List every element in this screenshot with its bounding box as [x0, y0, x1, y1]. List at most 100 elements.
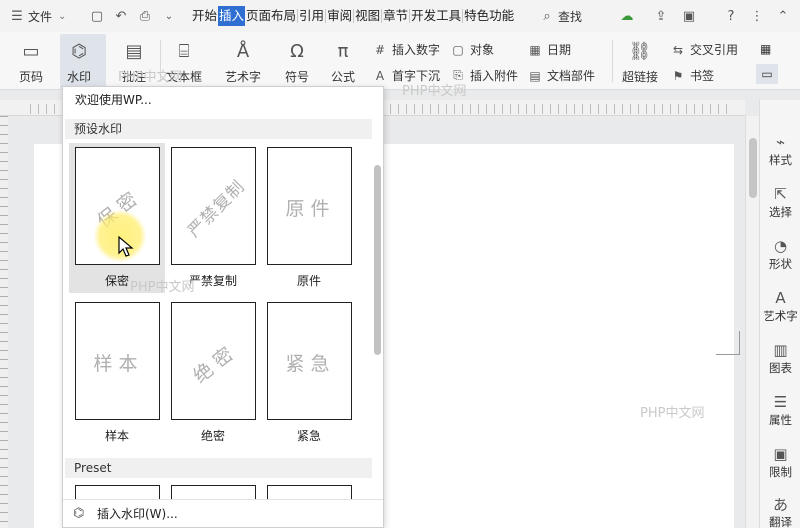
wordart-button[interactable]: Å 艺术字: [225, 38, 261, 85]
watermark-thumbnail: 紧急: [267, 302, 352, 420]
page-number-icon: ▭: [22, 40, 40, 62]
watermark-item-original[interactable]: 原件 原件: [261, 143, 357, 293]
cross-reference-button[interactable]: ⇆ 交叉引用: [670, 41, 738, 58]
translate-icon: あ: [772, 495, 788, 514]
date-button[interactable]: ▦ 日期: [527, 41, 571, 58]
symbol-button[interactable]: Ω 符号: [284, 38, 310, 85]
cloud-sync-icon[interactable]: ☁: [616, 5, 638, 27]
watermark-thumbnail: 样本: [75, 302, 160, 420]
formula-button[interactable]: π 公式: [330, 38, 356, 85]
sidebar-item-shapes[interactable]: ◔ 形状: [760, 236, 800, 272]
overlay-watermark: PHP中文网: [118, 70, 183, 85]
doc-parts-button[interactable]: ▤ 文档部件: [527, 67, 595, 84]
sidebar-item-label: 艺术字: [763, 309, 798, 323]
bookmark-label: 书签: [690, 69, 715, 83]
sidebar-item-restrict[interactable]: ▣ 限制: [760, 444, 800, 480]
overlay-watermark: PHP中文网: [402, 84, 467, 99]
vertical-scrollbar[interactable]: [745, 116, 759, 528]
watermark-icon: ⌬: [73, 506, 85, 521]
search-label: 查找: [558, 9, 583, 24]
dropdown-scrollbar-thumb[interactable]: [374, 165, 381, 355]
file-menu[interactable]: ☰ 文件 ⌄: [6, 4, 66, 28]
wordart-label: 艺术字: [225, 70, 262, 84]
undo-icon[interactable]: ↶: [110, 5, 132, 27]
save-icon[interactable]: ▢: [86, 5, 108, 27]
help-icon[interactable]: ?: [720, 5, 742, 27]
sidebar-item-label: 图表: [769, 361, 792, 375]
watermark-button[interactable]: ⌬ 水印: [66, 38, 92, 85]
watermark-thumbnail-partial[interactable]: [267, 485, 352, 499]
welcome-item[interactable]: 欢迎使用WP...: [75, 91, 152, 108]
tab-page-layout[interactable]: 页面布局: [245, 6, 297, 26]
watermark-thumbnail: 绝密: [171, 302, 256, 420]
watermark-preview-text: 绝密: [188, 339, 242, 388]
wordart-icon: A: [775, 289, 786, 307]
export-icon[interactable]: ▣: [678, 5, 700, 27]
cross-reference-label: 交叉引用: [690, 43, 739, 57]
sidebar-item-label: 选择: [769, 205, 792, 219]
shapes-icon: ◔: [773, 237, 788, 255]
preset-section-header: 预设水印: [65, 119, 372, 139]
collapse-ribbon-icon[interactable]: ⌃: [772, 5, 794, 27]
sidebar-item-translate[interactable]: あ翻译: [760, 494, 800, 528]
tab-chapter[interactable]: 章节: [382, 6, 409, 26]
more-options-icon[interactable]: ⋮: [746, 5, 768, 27]
more-icon[interactable]: ⌄: [158, 5, 180, 27]
watermark-item-no-copy[interactable]: 严禁复制 严禁复制: [165, 143, 261, 293]
grid-icon[interactable]: ▦: [760, 42, 771, 56]
share-icon[interactable]: ⇪: [650, 5, 672, 27]
watermark-thumbnail-partial[interactable]: [171, 485, 256, 499]
comment-icon: ▤: [125, 40, 143, 62]
sidebar-item-chart[interactable]: ▥ 图表: [760, 340, 800, 376]
watermark-thumbnail: 严禁复制: [171, 147, 256, 265]
tab-developer[interactable]: 开发工具: [410, 6, 462, 26]
watermark-item-label: 原件: [296, 274, 321, 288]
object-button[interactable]: ▢ 对象: [450, 41, 494, 58]
watermark-item-urgent[interactable]: 紧急 紧急: [261, 298, 357, 448]
styles-icon: ⌁: [775, 133, 786, 151]
watermark-item-label: 样本: [104, 429, 129, 443]
tab-view[interactable]: 视图: [354, 6, 381, 26]
watermark-item-sample[interactable]: 样本 样本: [69, 298, 165, 448]
sidebar-item-styles[interactable]: ⌁ 样式: [760, 132, 800, 168]
tab-review[interactable]: 审阅: [326, 6, 353, 26]
insert-number-button[interactable]: # 插入数字: [372, 41, 440, 58]
dropdown-scrollbar[interactable]: [373, 127, 383, 487]
menu-bar: ☰ 文件 ⌄ ▢ ↶ ⎙ ⌄ 开始 插入 页面布局 引用 审阅 视图 章节 开发…: [0, 0, 800, 32]
tab-special-features[interactable]: 特色功能: [463, 6, 515, 26]
watermark-item-top-secret[interactable]: 绝密 绝密: [165, 298, 261, 448]
bookmark-button[interactable]: ⚑ 书签: [670, 67, 714, 84]
layout-icon[interactable]: ▭: [756, 64, 778, 84]
scrollbar-thumb[interactable]: [749, 138, 757, 198]
print-icon[interactable]: ⎙: [134, 5, 156, 27]
watermark-thumbnail-partial[interactable]: [75, 485, 160, 499]
hyperlink-label: 超链接: [622, 70, 659, 84]
vertical-ruler: [0, 116, 8, 528]
hyperlink-button[interactable]: ⛓ 超链接: [622, 38, 658, 85]
tab-home[interactable]: 开始: [191, 6, 218, 26]
sliders-icon: ☰: [773, 393, 788, 411]
insert-watermark-button[interactable]: ⌬ 插入水印(W)...: [63, 499, 383, 527]
chevron-down-icon: ⌄: [58, 10, 67, 22]
page-number-label: 页码: [18, 70, 43, 84]
sidebar-item-properties[interactable]: ☰ 属性: [760, 392, 800, 428]
tab-references[interactable]: 引用: [298, 6, 325, 26]
tab-insert[interactable]: 插入: [218, 6, 246, 26]
sidebar-item-label: 形状: [769, 257, 792, 271]
page-number-button[interactable]: ▭ 页码: [18, 38, 44, 85]
overlay-watermark: PHP中文网: [130, 280, 195, 295]
hamburger-icon: ☰: [11, 8, 23, 24]
insert-watermark-label: 插入水印(W)...: [97, 507, 178, 521]
overlay-watermark: PHP中文网: [640, 406, 705, 421]
watermark-item-label: 绝密: [200, 429, 225, 443]
sidebar-item-wordart[interactable]: A 艺术字: [760, 288, 800, 324]
sidebar-item-select[interactable]: ⇱ 选择: [760, 184, 800, 220]
doc-parts-label: 文档部件: [547, 69, 596, 83]
sidebar-item-label: 限制: [769, 465, 792, 479]
pi-icon: π: [337, 40, 349, 62]
margin-corner-mark: [716, 331, 740, 355]
object-label: 对象: [470, 43, 495, 57]
watermark-preview-text: 紧急: [285, 352, 336, 375]
number-icon: #: [374, 42, 386, 57]
search-button[interactable]: ⌕ 查找: [536, 4, 582, 28]
